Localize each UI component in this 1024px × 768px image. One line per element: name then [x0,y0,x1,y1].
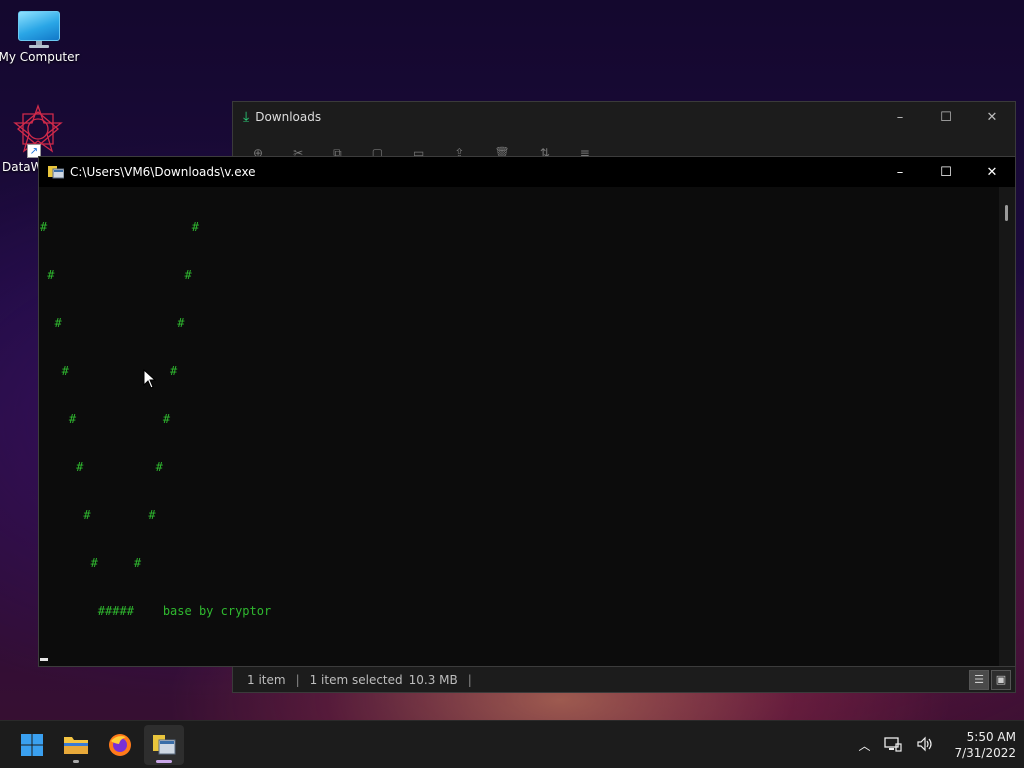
desktop-icon-my-computer[interactable]: My Computer [0,8,81,64]
mouse-pointer-icon [143,369,157,389]
console-scrollbar[interactable] [999,187,1015,666]
console-title: C:\Users\VM6\Downloads\v.exe [70,165,256,179]
explorer-minimize-button[interactable]: – [877,102,923,132]
console-line: # # [40,316,185,330]
running-indicator [73,760,79,763]
monitor-icon [17,8,61,48]
desktop-icon-label: My Computer [0,50,80,64]
console-line: # # [40,508,156,522]
folder-icon [64,737,88,754]
console-titlebar[interactable]: C:\Users\VM6\Downloads\v.exe [39,157,1015,187]
console-line: ##### base by cryptor [40,604,272,618]
taskbar-firefox[interactable] [100,725,140,765]
explorer-close-button[interactable]: ✕ [969,102,1015,132]
windows-start-icon [21,734,43,756]
taskbar-file-explorer[interactable] [56,725,96,765]
console-app-icon [153,735,176,755]
text-cursor [40,657,48,661]
clock-date: 7/31/2022 [954,746,1016,760]
firefox-icon [109,734,131,756]
console-line: # # [40,268,192,282]
console-line: # # [40,364,178,378]
console-app-icon [48,165,65,179]
system-tray: ︿ 5:50 AM 7/31/2022 [858,721,1016,768]
taskbar: ︿ 5:50 AM 7/31/2022 [0,720,1024,768]
explorer-maximize-button[interactable]: ☐ [923,102,969,132]
console-close-button[interactable]: ✕ [969,157,1015,187]
scrollbar-thumb[interactable] [1005,205,1008,221]
geometric-star-icon: ↗ [13,104,63,158]
console-line: # # [40,460,163,474]
console-output[interactable]: # # # # # # # # # # # # # # # # ##### ba… [39,187,999,666]
console-line: # # [40,220,199,234]
console-line: # # [40,412,171,426]
explorer-title: Downloads [255,110,322,124]
console-minimize-button[interactable]: – [877,157,923,187]
console-window[interactable]: C:\Users\VM6\Downloads\v.exe – ☐ ✕ # # #… [38,156,1016,667]
console-maximize-button[interactable]: ☐ [923,157,969,187]
start-button[interactable] [12,725,52,765]
clock-time: 5:50 AM [966,730,1016,744]
network-icon[interactable] [884,736,903,755]
volume-icon[interactable] [916,736,934,755]
console-line: # # [40,556,142,570]
show-hidden-icons-chevron-icon[interactable]: ︿ [858,737,870,754]
taskbar-v-exe[interactable] [144,725,184,765]
active-indicator [156,760,172,763]
download-icon: ⤓ [243,109,250,125]
clock[interactable]: 5:50 AM 7/31/2022 [954,729,1016,761]
